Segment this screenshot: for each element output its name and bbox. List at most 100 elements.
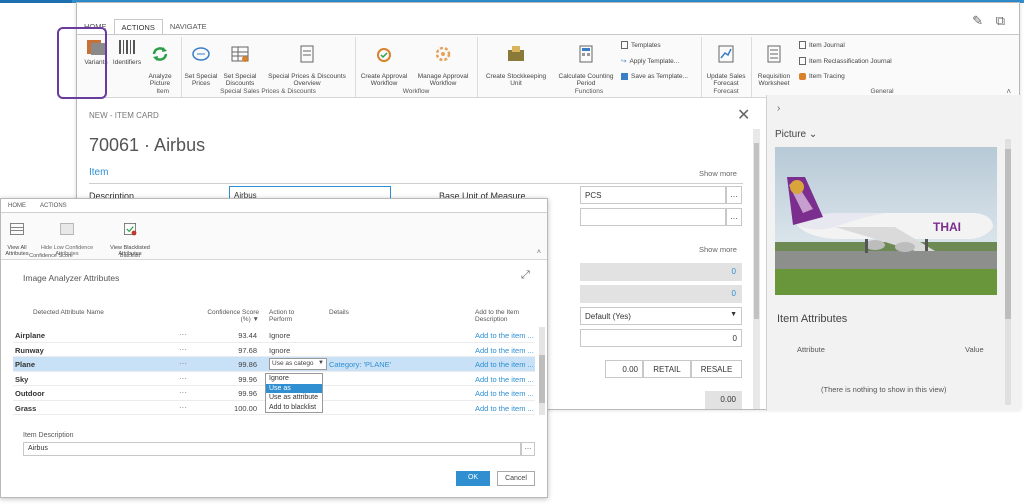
retail-button[interactable]: RETAIL (643, 360, 691, 378)
add-to-item-link[interactable]: Add to the item ... (475, 404, 534, 413)
attribute-name: Sky (15, 374, 29, 384)
chevron-right-icon[interactable]: › (777, 103, 780, 114)
set-special-discounts-button[interactable]: Set Special Discounts (220, 37, 260, 87)
add-to-item-link[interactable]: Add to the item ... (475, 346, 534, 355)
action-value[interactable]: Ignore (269, 331, 290, 340)
base-uom-lookup-button[interactable]: … (726, 186, 742, 204)
default-yes-value: Default (Yes) (585, 312, 631, 321)
save-as-template-button[interactable]: Save as Template... (621, 73, 688, 80)
col-confidence-score[interactable]: Confidence Score (%) ▼ (201, 309, 259, 323)
hide-low-confidence-button[interactable]: Hide Low Confidence Attributes (33, 215, 101, 257)
row-menu-icon[interactable]: ··· (179, 359, 187, 368)
create-stockkeeping-unit-button[interactable]: Create Stockkeeping Unit (479, 37, 553, 87)
section-divider (89, 183, 743, 184)
analyze-picture-button[interactable]: Analyze Picture (143, 37, 177, 87)
confidence-score: 99.86 (238, 360, 257, 369)
identifiers-button[interactable]: Identifiers (111, 37, 143, 66)
col-action[interactable]: Action to Perform (269, 309, 294, 323)
create-approval-workflow-button[interactable]: Create Approval Workflow (357, 37, 411, 87)
manage-approval-workflow-button[interactable]: Manage Approval Workflow (413, 37, 473, 87)
table-row[interactable]: Airplane ··· 93.44 Ignore Add to the ite… (13, 328, 535, 343)
price-field[interactable]: 0.00 (605, 360, 643, 378)
grid-faded-icon (60, 223, 74, 235)
dropdown-option-use-as-category[interactable]: Use as category (266, 383, 322, 400)
tab-actions[interactable]: ACTIONS (113, 19, 163, 35)
image-analyzer-window: HOME ACTIONS View All Attributes Hide Lo… (0, 198, 548, 498)
second-field-input[interactable] (580, 208, 726, 226)
ok-button[interactable]: OK (456, 471, 490, 486)
close-icon[interactable]: ✕ (737, 105, 750, 125)
row-menu-icon[interactable]: ··· (179, 330, 187, 339)
card-scrollbar-thumb[interactable] (754, 143, 759, 319)
tab-navigate[interactable]: NAVIGATE (163, 19, 214, 35)
apply-template-button[interactable]: ↪ Apply Template... (621, 57, 679, 66)
action-select[interactable]: Use as catego ▼ (269, 358, 327, 370)
second-field-lookup-button[interactable]: … (726, 208, 742, 226)
action-value[interactable]: Ignore (269, 346, 290, 355)
cancel-button[interactable]: Cancel (497, 471, 535, 486)
factbox-pane: › Picture ⌄ THAI Item Attributes Attribu… (766, 95, 1020, 411)
edit-icon[interactable]: ✎ (972, 13, 983, 29)
item-description-label: Item Description (23, 432, 74, 439)
grid-scrollbar-thumb[interactable] (539, 355, 545, 403)
group-label-functions: Functions (574, 88, 604, 95)
table-row-selected[interactable]: Plane ··· 99.86 Use as catego ▼ Category:… (13, 357, 535, 372)
item-reclass-journal-button[interactable]: Item Reclassification Journal (799, 57, 892, 65)
show-more-link-2[interactable]: Show more (699, 245, 737, 254)
bottom-value-field[interactable]: 0.00 (705, 391, 742, 409)
value-field-c[interactable]: 0 (580, 329, 742, 347)
item-attributes-title: Item Attributes (777, 313, 848, 325)
set-special-prices-button[interactable]: Set Special Prices (183, 37, 219, 87)
view-all-attributes-button[interactable]: View All Attributes (3, 215, 31, 257)
group-label-forecast: Forecast (713, 88, 739, 95)
row-menu-icon[interactable]: ··· (179, 403, 187, 412)
section-item-header[interactable]: Item (89, 167, 108, 178)
analyzer-ribbon-collapse-icon[interactable]: ˄ (537, 249, 541, 256)
row-menu-icon[interactable]: ··· (179, 345, 187, 354)
item-tracing-button[interactable]: Item Tracing (799, 73, 845, 80)
table-row[interactable]: Runway ··· 97.68 Ignore Add to the item … (13, 343, 535, 357)
col-detected-name[interactable]: Detected Attribute Name (33, 309, 104, 316)
row-menu-icon[interactable]: ··· (179, 388, 187, 397)
expand-icon[interactable]: ⤢ (521, 269, 530, 282)
col-add-to-description[interactable]: Add to the Item Description (475, 309, 519, 323)
dropdown-option-ignore[interactable]: Ignore (266, 374, 322, 384)
item-description-input[interactable]: Airbus (23, 442, 521, 456)
item-journal-button[interactable]: Item Journal (799, 41, 845, 49)
chevron-down-icon: ▼ (318, 360, 324, 366)
update-sales-forecast-button[interactable]: Update Sales Forecast (703, 37, 749, 87)
row-menu-icon[interactable]: ··· (179, 374, 187, 383)
picture-label: Picture (775, 129, 807, 140)
reclass-journal-icon (799, 57, 806, 65)
popout-icon[interactable]: ⧉ (996, 13, 1005, 29)
dropdown-option-add-to-blacklist[interactable]: Add to blacklist (266, 403, 322, 413)
calculate-counting-period-label: Calculate Counting Period (558, 73, 614, 87)
resale-button[interactable]: RESALE (691, 360, 742, 378)
special-prices-overview-button[interactable]: Special Prices & Discounts Overview (261, 37, 353, 87)
base-uom-input[interactable]: PCS (580, 186, 726, 204)
calculate-counting-period-button[interactable]: Calculate Counting Period (553, 37, 619, 87)
default-yes-select[interactable]: Default (Yes) ▼ (580, 307, 742, 325)
requisition-worksheet-button[interactable]: Requisition Worksheet (753, 37, 795, 87)
attribute-name: Outdoor (15, 389, 45, 398)
item-description-lookup-button[interactable]: … (521, 442, 535, 456)
screenshot-root: HOME ACTIONS NAVIGATE ✎ ⧉ Variants Ident… (0, 0, 1024, 504)
add-to-item-link[interactable]: Add to the item ... (475, 331, 534, 340)
picture-header[interactable]: Picture ⌄ (775, 129, 817, 140)
dropdown-option-use-as-attribute[interactable]: Use as attribute (266, 393, 322, 403)
templates-button[interactable]: Templates (621, 41, 661, 49)
pane-scrollbar-thumb[interactable] (1005, 149, 1011, 319)
add-to-item-link[interactable]: Add to the item ... (475, 360, 534, 369)
add-to-item-link[interactable]: Add to the item ... (475, 389, 534, 398)
airplane-image: THAI (775, 147, 997, 295)
template-icon (621, 41, 628, 49)
confidence-score: 99.96 (238, 374, 257, 384)
col-details[interactable]: Details (329, 309, 349, 316)
show-more-link[interactable]: Show more (699, 169, 737, 178)
action-dropdown-list[interactable]: Ignore Use as category Use as attribute … (265, 373, 323, 413)
view-blacklisted-button[interactable]: View Blacklisted Attributes (105, 215, 155, 257)
value-field-a[interactable]: 0 (580, 263, 742, 281)
group-blacklist: Blacklist (119, 253, 141, 259)
add-to-item-link[interactable]: Add to the item ... (475, 375, 534, 384)
value-field-b[interactable]: 0 (580, 285, 742, 303)
